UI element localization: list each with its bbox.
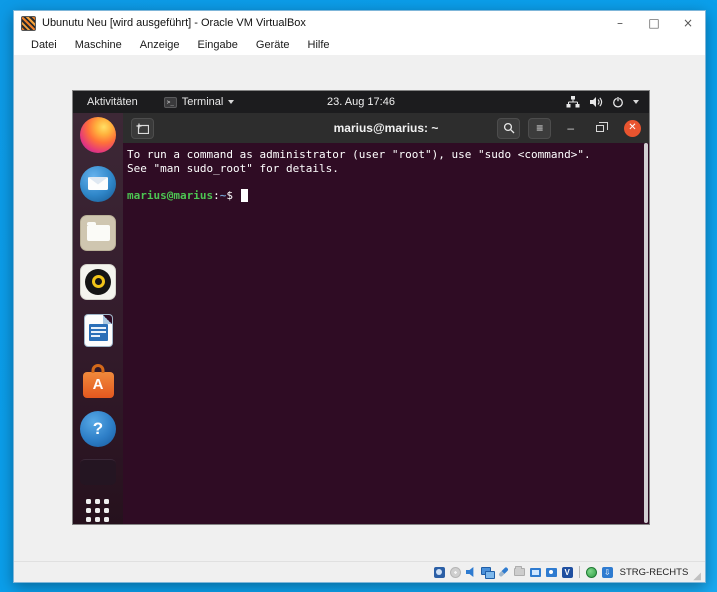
menu-hilfe[interactable]: Hilfe [299,37,339,53]
close-button[interactable]: × [671,11,705,35]
terminal-output-line: See "man sudo_root" for details. [127,162,639,176]
terminal-header[interactable]: marius@marius: ~ ≡ – ✕ [123,113,649,143]
terminal-app-icon: >_ [164,97,177,108]
dock-item-dark-tile[interactable] [80,459,116,485]
terminal-prompt: marius@marius:~$ [127,189,639,203]
terminal-window: marius@marius: ~ ≡ – ✕ [123,113,649,524]
clock[interactable]: 23. Aug 17:46 [327,96,395,108]
thunderbird-icon [80,166,116,202]
dock-item-files[interactable] [80,214,117,251]
terminal-body[interactable]: To run a command as administrator (user … [123,143,649,524]
usb-devices-icon[interactable] [497,566,510,579]
display-icon[interactable] [529,566,542,579]
hard-disks-icon[interactable] [433,566,446,579]
audio-icon[interactable] [465,566,478,579]
features-icon[interactable]: V [561,566,574,579]
menu-geraete[interactable]: Geräte [247,37,299,53]
dock-item-libreoffice-writer[interactable] [80,312,117,349]
show-applications-button[interactable] [86,499,110,523]
search-button[interactable] [497,118,520,139]
titlebar[interactable]: Ubunutu Neu [wird ausgeführt] - Oracle V… [14,11,705,35]
virtualbox-vm-icon [21,16,36,31]
chevron-down-icon [228,100,234,104]
maximize-button[interactable]: □ [637,11,671,35]
dock-item-ubuntu-software[interactable]: A [80,361,117,398]
terminal-minimize-button[interactable]: – [567,121,574,135]
virtualbox-window: Ubunutu Neu [wird ausgeführt] - Oracle V… [13,10,706,583]
network-adapters-icon[interactable] [481,566,494,579]
host-key-label: STRG-RECHTS [620,567,689,578]
terminal-close-button[interactable]: ✕ [624,120,641,137]
focused-app-menu[interactable]: >_ Terminal [164,96,235,108]
menu-maschine[interactable]: Maschine [66,37,131,53]
menu-eingabe[interactable]: Eingabe [189,37,247,53]
libreoffice-writer-icon [80,313,116,349]
ubuntu-software-icon: A [80,362,116,398]
menu-datei[interactable]: Datei [22,37,66,53]
dock: A ? [73,113,123,524]
terminal-output-line: To run a command as administrator (user … [127,148,639,162]
terminal-title: marius@marius: ~ [334,121,439,135]
chevron-down-icon [633,100,639,104]
help-icon: ? [80,411,116,447]
dock-item-thunderbird[interactable] [80,165,117,202]
recording-icon[interactable] [545,566,558,579]
prompt-dollar: $ [226,189,239,202]
terminal-scrollbar[interactable] [644,143,648,523]
menubar: Datei Maschine Anzeige Eingabe Geräte Hi… [14,35,705,55]
terminal-restore-button[interactable] [596,125,604,132]
system-status-area[interactable] [566,96,639,108]
window-title: Ubunutu Neu [wird ausgeführt] - Oracle V… [42,17,603,29]
new-tab-button[interactable] [131,118,154,139]
dock-item-rhythmbox[interactable] [80,263,117,300]
shared-folders-icon[interactable] [513,566,526,579]
vm-screen: Aktivitäten >_ Terminal 23. Aug 17:46 [73,91,649,524]
new-tab-icon [136,123,149,134]
menu-anzeige[interactable]: Anzeige [131,37,189,53]
resize-grip[interactable]: ◢ [693,572,702,582]
files-icon [80,215,116,251]
mouse-integration-icon[interactable] [585,566,598,579]
dock-item-help[interactable]: ? [80,410,117,447]
hamburger-icon: ≡ [536,121,543,135]
network-icon [566,96,580,108]
minimize-button[interactable]: – [603,11,637,35]
prompt-colon: : [213,189,220,202]
power-icon [612,96,624,108]
menu-button[interactable]: ≡ [528,118,551,139]
status-divider [579,566,580,578]
optical-drives-icon[interactable] [449,566,462,579]
dock-item-firefox[interactable] [80,116,117,153]
prompt-user-host: marius@marius [127,189,213,202]
activities-button[interactable]: Aktivitäten [83,96,142,108]
volume-icon [589,96,603,108]
focused-app-label: Terminal [182,96,224,108]
gnome-top-bar: Aktivitäten >_ Terminal 23. Aug 17:46 [73,91,649,113]
firefox-icon [80,117,116,153]
close-icon: ✕ [628,123,636,133]
terminal-cursor [241,189,248,202]
rhythmbox-icon [80,264,116,300]
keyboard-capture-icon[interactable]: ⇩ [601,566,614,579]
vbox-status-bar: V ⇩ STRG-RECHTS ◢ [14,561,705,582]
search-icon [503,122,515,134]
